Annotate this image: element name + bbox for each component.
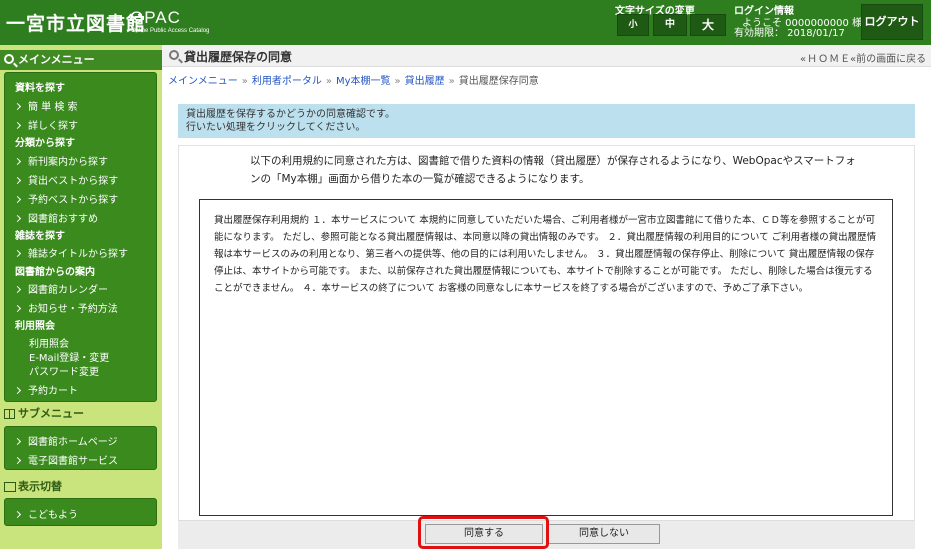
sidebar-item-e-library[interactable]: 電子図書館サービス (13, 452, 118, 467)
sidebar-item-label: 貸出ベストから探す (28, 176, 119, 187)
sidebar-item-detail-search[interactable]: 詳しく探す (13, 117, 78, 132)
intro-text: 以下の利用規約に同意された方は、図書館で借りた資料の情報（貸出履歴）が保存される… (250, 155, 856, 185)
info-line-1: 貸出履歴を保存するかどうかの同意確認です。 (186, 109, 395, 120)
sidebar-item-calendar[interactable]: 図書館カレンダー (13, 281, 108, 296)
sidebar-item-reserve-best[interactable]: 予約ベストから探す (13, 191, 119, 206)
logout-button[interactable]: ログアウト (861, 4, 923, 40)
sidebar-item-kids[interactable]: こどもよう (13, 506, 78, 521)
header: 一宮市立図書館 OPAC Online Public Access Catalo… (0, 0, 931, 45)
font-large-button[interactable]: 大 (690, 14, 726, 36)
sidebar-item-label: お知らせ・予約方法 (28, 304, 118, 315)
sidebar-item-recommend[interactable]: 図書館おすすめ (13, 210, 98, 225)
sidebar-item-magazine-title[interactable]: 雑誌タイトルから探す (13, 245, 128, 260)
sidebar-item-news[interactable]: お知らせ・予約方法 (13, 300, 118, 315)
font-medium-button[interactable]: 中 (653, 14, 687, 36)
font-small-button[interactable]: 小 (617, 14, 649, 36)
sidebar-item-label: 電子図書館サービス (28, 456, 118, 467)
book-icon (4, 409, 15, 419)
category-search: 資料を探す (15, 83, 65, 94)
sidebar-item-label: こどもよう (28, 510, 78, 521)
sub-menu-header: サブメニュー (0, 404, 162, 424)
chevron-right-icon (13, 157, 22, 166)
breadcrumb-loan-history[interactable]: 貸出履歴 (405, 76, 445, 87)
category-classification: 分類から探す (15, 138, 75, 149)
back-link[interactable]: «前の画面に戻る (850, 50, 926, 65)
chevron-right-icon (13, 121, 22, 130)
chevron-right-icon (13, 510, 22, 519)
main-menu-box: 資料を探す 簡 単 検 索 詳しく探す 分類から探す 新刊案内から探す 貸出ベス… (4, 72, 157, 402)
disagree-button[interactable]: 同意しない (548, 524, 660, 544)
category-magazine: 雑誌を探す (15, 231, 65, 242)
breadcrumb: メインメニュー» 利用者ポータル» My本棚一覧» 貸出履歴» 貸出履歴保存同意 (168, 72, 539, 87)
chevron-right-icon (13, 437, 22, 446)
sub-menu-label: サブメニュー (18, 407, 84, 420)
main-menu-header: メインメニュー (0, 50, 162, 70)
sidebar-item-password[interactable]: パスワード変更 (29, 363, 99, 378)
opac-subtitle: Online Public Access Catalog (131, 28, 210, 34)
sidebar-item-inquiry[interactable]: 利用照会 (29, 335, 69, 350)
breadcrumb-main-menu[interactable]: メインメニュー (168, 76, 238, 87)
sidebar: メインメニュー 資料を探す 簡 単 検 索 詳しく探す 分類から探す 新刊案内か… (0, 45, 162, 549)
display-switch-icon (4, 482, 16, 492)
breadcrumb-separator: » (325, 76, 332, 87)
sidebar-item-label: 図書館おすすめ (28, 214, 98, 225)
library-logo[interactable]: 一宮市立図書館 (6, 9, 146, 36)
chevron-right-icon (13, 304, 22, 313)
breadcrumb-separator: » (241, 76, 248, 87)
chevron-right-icon (13, 195, 22, 204)
sidebar-item-label: 予約ベストから探す (28, 195, 119, 206)
search-icon (4, 54, 14, 64)
page-title: 貸出履歴保存の同意 (184, 50, 293, 64)
display-switch-label: 表示切替 (18, 480, 62, 493)
search-icon (169, 50, 179, 60)
main-menu-label: メインメニュー (18, 53, 95, 66)
display-switch-box: こどもよう (4, 498, 157, 526)
opac-logo: OPAC (130, 8, 181, 27)
category-inquiry: 利用照会 (15, 321, 55, 332)
chevron-right-icon (13, 386, 22, 395)
chevron-right-icon (13, 176, 22, 185)
info-line-2: 行いたい処理をクリックしてください。 (186, 122, 366, 133)
sidebar-item-label: 新刊案内から探す (28, 157, 108, 168)
sidebar-item-label: 予約カート (28, 386, 78, 397)
sidebar-item-label: 図書館ホームページ (28, 437, 118, 448)
agree-button-highlight (418, 516, 549, 549)
chevron-right-icon (13, 285, 22, 294)
sidebar-item-label: 詳しく探す (28, 121, 78, 132)
sidebar-item-simple-search[interactable]: 簡 単 検 索 (13, 98, 78, 113)
breadcrumb-current: 貸出履歴保存同意 (458, 76, 539, 87)
breadcrumb-separator: » (448, 76, 455, 87)
chevron-right-icon (13, 456, 22, 465)
breadcrumb-separator: » (394, 76, 401, 87)
chevron-right-icon (13, 214, 22, 223)
sidebar-item-reserve-cart[interactable]: 予約カート (13, 382, 78, 397)
valid-until-text: 有効期限： 2018/01/17 (734, 28, 845, 39)
breadcrumb-portal[interactable]: 利用者ポータル (252, 76, 322, 87)
sidebar-item-label: 雑誌タイトルから探す (28, 249, 128, 260)
sidebar-item-homepage[interactable]: 図書館ホームページ (13, 433, 118, 448)
sidebar-item-new-arrivals[interactable]: 新刊案内から探す (13, 153, 108, 168)
sub-menu-box: 図書館ホームページ 電子図書館サービス (4, 426, 157, 470)
info-message: 貸出履歴を保存するかどうかの同意確認です。 行いたい処理をクリックしてください。 (178, 104, 915, 138)
sidebar-item-loan-best[interactable]: 貸出ベストから探す (13, 172, 119, 187)
sidebar-item-label: 図書館カレンダー (28, 285, 108, 296)
sidebar-item-label: 簡 単 検 索 (28, 102, 78, 113)
chevron-right-icon (13, 102, 22, 111)
home-link[interactable]: «ＨＯＭＥ (800, 50, 851, 65)
display-switch-header: 表示切替 (0, 477, 162, 497)
category-guide: 図書館からの案内 (15, 267, 95, 278)
chevron-right-icon (13, 249, 22, 258)
terms-box[interactable]: 貸出履歴保存利用規約 １．本サービスについて 本規約に同意していただいた場合、ご… (199, 199, 893, 516)
sidebar-item-email[interactable]: E-Mail登録・変更 (29, 349, 109, 364)
breadcrumb-my-shelf[interactable]: My本棚一覧 (336, 76, 391, 87)
page-header: 貸出履歴保存の同意 «ＨＯＭＥ «前の画面に戻る (162, 45, 931, 67)
